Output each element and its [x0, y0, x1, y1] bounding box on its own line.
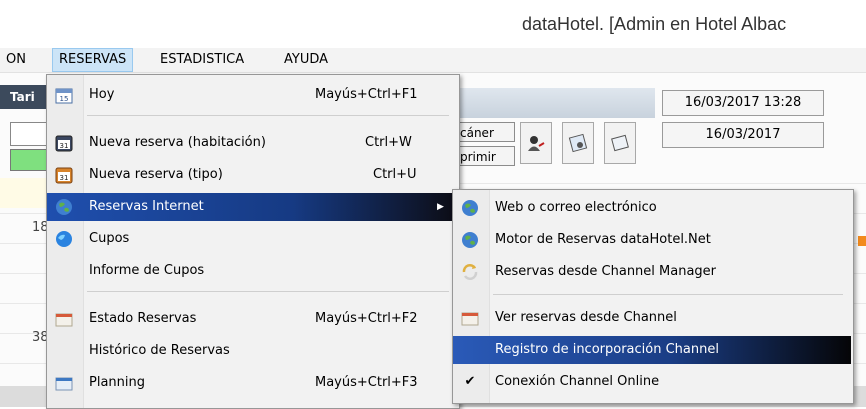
menu-separator: [87, 115, 449, 116]
menu-item-shortcut: Mayús+Ctrl+F1: [315, 87, 418, 102]
submenu-arrow-icon: ▶: [437, 202, 444, 212]
svg-text:15: 15: [60, 95, 69, 103]
menu-item-estado-reservas[interactable]: Estado Reservas Mayús+Ctrl+F2: [47, 305, 457, 333]
date-display: 16/03/2017: [662, 122, 824, 148]
globe-icon: [462, 200, 478, 216]
window-title: dataHotel. [Admin en Hotel Albac: [522, 14, 787, 34]
submenu-item-ver-reservas-channel[interactable]: Ver reservas desde Channel: [453, 304, 851, 332]
menu-item-label: Cupos: [89, 231, 130, 246]
check-icon: ✔: [464, 374, 476, 389]
menu-item-label: Estado Reservas: [89, 311, 197, 326]
card-button[interactable]: [604, 122, 636, 164]
menu-on[interactable]: ON: [0, 48, 32, 72]
menu-item-nueva-reserva-tipo[interactable]: 31 Nueva reserva (tipo) Ctrl+U: [47, 161, 457, 189]
menu-item-label: Planning: [89, 375, 145, 390]
menu-separator: [493, 294, 843, 295]
orange-marker: [858, 236, 866, 246]
calendar-31-icon: 31: [55, 135, 73, 152]
menu-item-cupos[interactable]: Cupos: [47, 225, 457, 253]
folder-red-icon: [55, 313, 73, 327]
menu-estadistica[interactable]: ESTADISTICA: [154, 48, 250, 72]
submenu-item-label: Web o correo electrónico: [495, 200, 657, 215]
card-icon: [611, 134, 629, 152]
menu-item-shortcut: Ctrl+U: [373, 167, 417, 182]
scan-button[interactable]: cáner: [455, 122, 515, 142]
menu-item-label: Nueva reserva (habitación): [89, 135, 266, 150]
menu-item-label: Histórico de Reservas: [89, 343, 230, 358]
submenu-item-channel-manager[interactable]: Reservas desde Channel Manager: [453, 258, 851, 286]
submenu-item-web-correo[interactable]: Web o correo electrónico: [453, 194, 851, 222]
calendar-31-orange-icon: 31: [55, 167, 73, 184]
submenu-item-conexion-online[interactable]: ✔ Conexión Channel Online: [453, 368, 851, 396]
globe-icon: [56, 199, 72, 215]
reservas-menu: 15 Hoy Mayús+Ctrl+F1 31 Nueva reserva (h…: [46, 74, 460, 409]
menu-bar: ON RESERVAS ESTADISTICA AYUDA: [0, 48, 866, 73]
submenu-item-motor-reservas[interactable]: Motor de Reservas dataHotel.Net: [453, 226, 851, 254]
menu-item-label: Nueva reserva (tipo): [89, 167, 223, 182]
menu-item-shortcut: Ctrl+W: [365, 135, 412, 150]
menu-ayuda[interactable]: AYUDA: [278, 48, 334, 72]
submenu-item-label: Registro de incorporación Channel: [495, 342, 719, 357]
submenu-item-label: Motor de Reservas dataHotel.Net: [495, 232, 711, 247]
calendar-15-icon: 15: [55, 88, 73, 104]
datetime-display: 16/03/2017 13:28: [662, 90, 824, 116]
folder-blue-icon: [55, 377, 73, 391]
submenu-item-registro-incorporacion[interactable]: Registro de incorporación Channel: [453, 336, 851, 364]
submenu-item-label: Reservas desde Channel Manager: [495, 264, 717, 279]
svg-text:31: 31: [60, 142, 69, 150]
print-button[interactable]: primir: [455, 146, 515, 166]
menu-item-label: Hoy: [89, 87, 115, 102]
guest-icon: [528, 136, 545, 151]
menu-reservas[interactable]: RESERVAS: [52, 48, 134, 72]
menu-item-label: Informe de Cupos: [89, 263, 205, 278]
sync-icon: [462, 264, 478, 280]
menu-item-planning[interactable]: Planning Mayús+Ctrl+F3: [47, 369, 457, 397]
svg-text:31: 31: [60, 174, 69, 182]
document-icon: [568, 133, 588, 153]
globe-icon: [462, 232, 478, 248]
menu-item-shortcut: Mayús+Ctrl+F3: [315, 375, 418, 390]
menu-item-hoy[interactable]: 15 Hoy Mayús+Ctrl+F1: [47, 81, 457, 109]
menu-separator: [87, 291, 449, 292]
document-button[interactable]: [562, 122, 594, 164]
menu-item-nueva-reserva-habitacion[interactable]: 31 Nueva reserva (habitación) Ctrl+W: [47, 129, 457, 157]
guest-button[interactable]: [520, 122, 552, 164]
globe-blue-icon: [56, 231, 72, 247]
submenu-item-label: Ver reservas desde Channel: [495, 310, 677, 325]
menu-item-historico-reservas[interactable]: Histórico de Reservas: [47, 337, 457, 365]
column-header: Tari: [0, 85, 50, 109]
menu-item-label: Reservas Internet: [89, 199, 204, 214]
menu-item-informe-cupos[interactable]: Informe de Cupos: [47, 257, 457, 285]
toolbar-background: [455, 88, 655, 118]
folder-red-icon: [461, 312, 479, 326]
menu-item-reservas-internet[interactable]: Reservas Internet ▶: [47, 193, 457, 221]
submenu-item-label: Conexión Channel Online: [495, 374, 660, 389]
menu-item-shortcut: Mayús+Ctrl+F2: [315, 311, 418, 326]
highlight-cell: [0, 178, 50, 208]
reservas-internet-submenu: Web o correo electrónico Motor de Reserv…: [452, 189, 854, 404]
